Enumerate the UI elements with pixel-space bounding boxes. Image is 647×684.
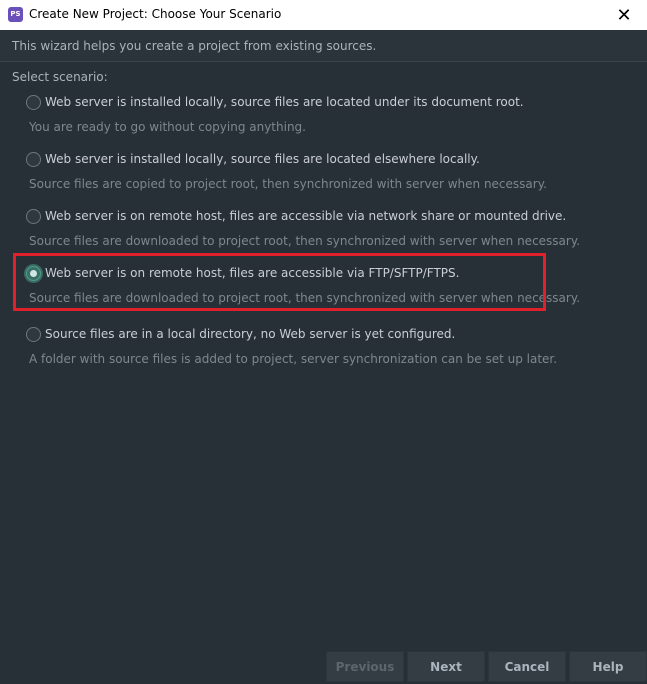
intro-text: This wizard helps you create a project f…	[12, 39, 377, 53]
radio-button[interactable]	[26, 94, 41, 110]
option-description: You are ready to go without copying anyt…	[29, 120, 306, 134]
scenario-option-local-no-server[interactable]: Source files are in a local directory, n…	[26, 325, 586, 366]
scenario-option-remote-network-share[interactable]: Web server is on remote host, files are …	[26, 207, 586, 248]
scenario-option-local-elsewhere[interactable]: Web server is installed locally, source …	[26, 150, 586, 191]
window-title: Create New Project: Choose Your Scenario	[29, 7, 282, 21]
option-description: A folder with source files is added to p…	[29, 352, 558, 366]
highlight-box	[13, 253, 546, 311]
option-label: Source files are in a local directory, n…	[45, 327, 456, 341]
radio-row[interactable]: Web server is on remote host, files are …	[26, 207, 586, 225]
radio-row[interactable]: Source files are in a local directory, n…	[26, 325, 586, 343]
previous-button[interactable]: Previous	[326, 651, 404, 682]
scenario-option-local-document-root[interactable]: Web server is installed locally, source …	[26, 93, 586, 134]
option-description: Source files are downloaded to project r…	[29, 234, 581, 248]
select-scenario-label: Select scenario:	[12, 70, 108, 84]
close-icon[interactable]: ✕	[601, 0, 647, 30]
title-bar: PS Create New Project: Choose Your Scena…	[0, 0, 647, 30]
radio-button[interactable]	[26, 326, 41, 342]
radio-button[interactable]	[26, 208, 41, 224]
option-label: Web server is installed locally, source …	[45, 95, 524, 109]
option-description: Source files are copied to project root,…	[29, 177, 547, 191]
radio-button[interactable]	[26, 151, 41, 167]
help-button[interactable]: Help	[569, 651, 647, 682]
cancel-button[interactable]: Cancel	[488, 651, 566, 682]
phpstorm-app-icon: PS	[8, 7, 23, 22]
option-label: Web server is on remote host, files are …	[45, 209, 567, 223]
radio-row[interactable]: Web server is installed locally, source …	[26, 150, 586, 168]
radio-row[interactable]: Web server is installed locally, source …	[26, 93, 586, 111]
wizard-content: This wizard helps you create a project f…	[0, 30, 647, 684]
option-label: Web server is installed locally, source …	[45, 152, 480, 166]
next-button[interactable]: Next	[407, 651, 485, 682]
intro-bar: This wizard helps you create a project f…	[0, 30, 647, 62]
